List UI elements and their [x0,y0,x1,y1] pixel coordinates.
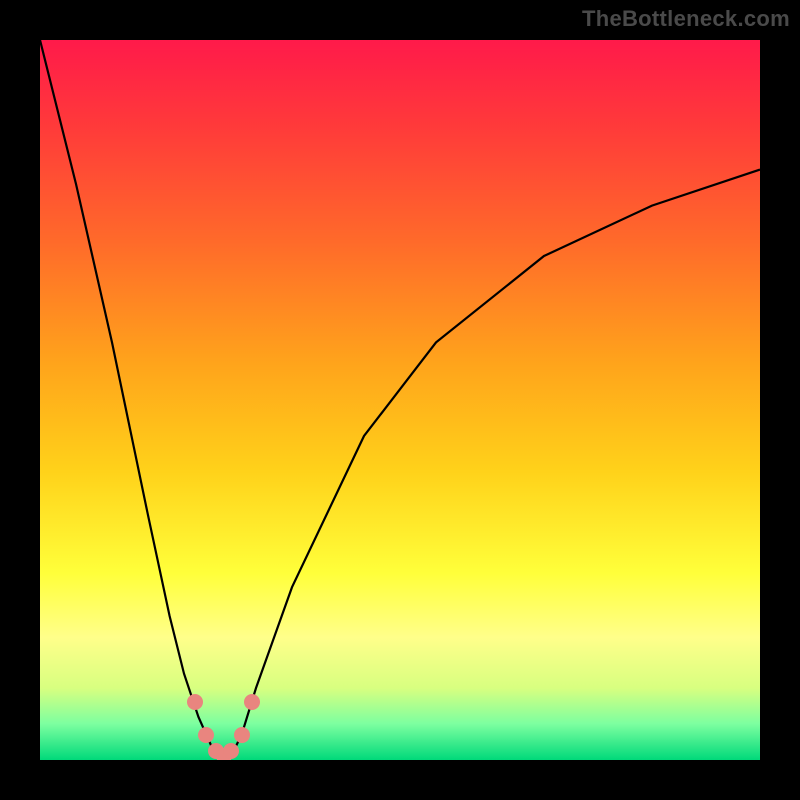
highlight-dot [234,727,250,743]
highlight-dot [187,694,203,710]
highlight-dot [223,743,239,759]
highlight-dot [244,694,260,710]
curve-layer [40,40,760,760]
chart-frame: TheBottleneck.com [0,0,800,800]
plot-area [40,40,760,760]
attribution-text: TheBottleneck.com [582,6,790,32]
bottleneck-curve-path [40,40,760,756]
highlight-dot [198,727,214,743]
